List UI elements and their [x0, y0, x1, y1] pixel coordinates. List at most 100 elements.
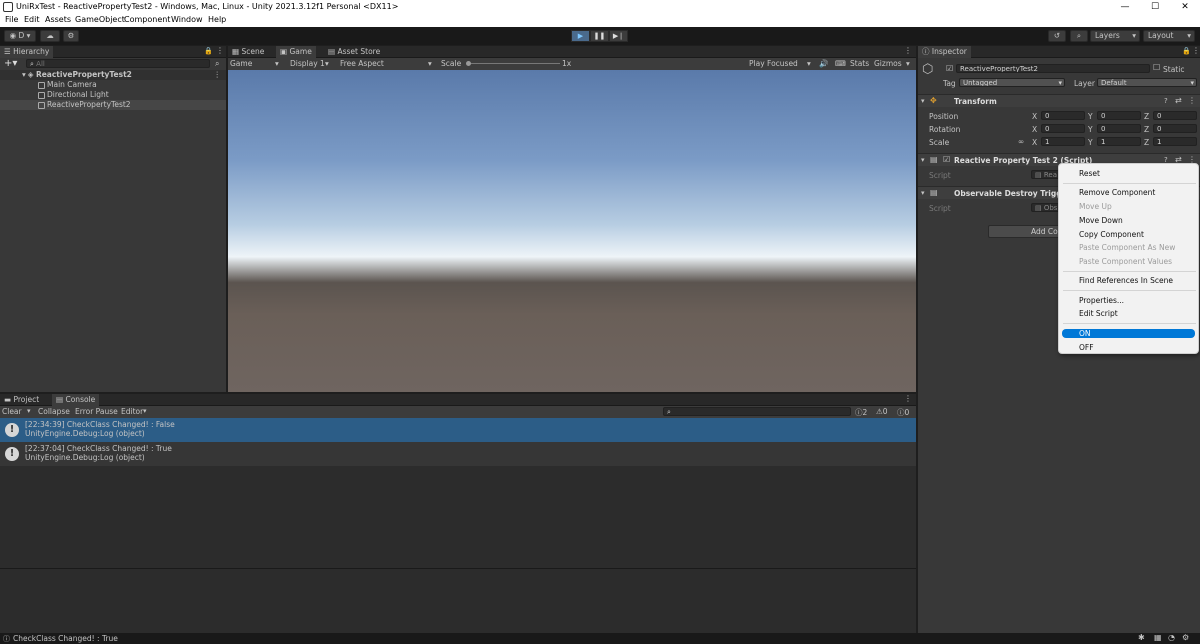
menu-assets[interactable]: Assets — [45, 15, 71, 24]
menu-item-move-down[interactable]: Move Down — [1079, 216, 1123, 225]
menu-item-copy-component[interactable]: Copy Component — [1079, 230, 1144, 239]
collapse-toggle[interactable]: Collapse — [38, 407, 70, 416]
position-x-field[interactable]: 0 — [1041, 111, 1085, 120]
aspect-dropdown[interactable]: Free Aspect — [340, 59, 384, 68]
warning-count-toggle[interactable]: ⚠0 — [876, 407, 888, 416]
filter-icon[interactable]: ⌕ — [215, 59, 219, 69]
bug-icon[interactable]: ✱ — [1138, 633, 1145, 642]
scene-row[interactable]: ▾ ◈ ReactivePropertyTest2 ⋮ — [0, 70, 226, 80]
gizmos-dropdown[interactable]: Gizmos — [874, 59, 902, 68]
rotation-x-field[interactable]: 0 — [1041, 124, 1085, 133]
menu-window[interactable]: Window — [171, 15, 203, 24]
hierarchy-item[interactable]: Main Camera — [0, 80, 226, 90]
layout-dropdown[interactable]: Layout ▾ — [1143, 30, 1195, 42]
account-dropdown[interactable]: ◉ D ▾ — [4, 30, 36, 42]
error-pause-toggle[interactable]: Error Pause — [75, 407, 118, 416]
play-button[interactable]: ▶ — [571, 30, 590, 42]
more-icon[interactable]: ⋮ — [1188, 96, 1196, 105]
add-icon[interactable]: +▾ — [4, 58, 17, 69]
hierarchy-search-input[interactable]: ⌕ All — [26, 59, 210, 68]
menu-component[interactable]: Component — [124, 15, 170, 24]
tab-inspector[interactable]: ⓘ Inspector — [918, 46, 971, 58]
hierarchy-item[interactable]: ReactivePropertyTest2 — [0, 100, 226, 110]
editor-dropdown[interactable]: Editor — [121, 407, 143, 416]
menu-gameobject[interactable]: GameObject — [75, 15, 125, 24]
log-entry[interactable]: ! [22:37:04] CheckClass Changed! : True … — [0, 442, 916, 466]
scale-y-field[interactable]: 1 — [1097, 137, 1141, 146]
enabled-checkbox[interactable]: ☑ — [943, 155, 950, 164]
audio-icon[interactable]: 🔊 — [819, 59, 828, 68]
search-button[interactable]: ⌕ — [1070, 30, 1088, 42]
position-y-field[interactable]: 0 — [1097, 111, 1141, 120]
console-search-input[interactable]: ⌕ — [663, 407, 851, 416]
menu-item-on[interactable]: ON — [1062, 329, 1195, 338]
cloud-button[interactable]: ☁ — [40, 30, 60, 42]
hierarchy-item[interactable]: Directional Light — [0, 90, 226, 100]
tab-hierarchy[interactable]: ☰ Hierarchy — [0, 46, 54, 58]
rotation-y-field[interactable]: 0 — [1097, 124, 1141, 133]
scale-x-field[interactable]: 1 — [1041, 137, 1085, 146]
preset-icon[interactable]: ⇄ — [1175, 96, 1182, 105]
menu-item-remove-component[interactable]: Remove Component — [1079, 188, 1155, 197]
tab-project[interactable]: ▬ Project — [0, 394, 43, 406]
layers-dropdown[interactable]: Layers ▾ — [1090, 30, 1140, 42]
game-toolbar: Game ▾ Display 1 ▾ Free Aspect ▾ Scale 1… — [228, 58, 916, 70]
object-name-field[interactable]: ReactivePropertyTest2 — [956, 64, 1150, 73]
pause-button[interactable]: ❚❚ — [590, 30, 609, 42]
scale-slider-thumb[interactable] — [466, 61, 471, 66]
menu-file[interactable]: File — [5, 15, 18, 24]
lock-icon[interactable]: 🔒 — [1182, 47, 1191, 55]
link-icon[interactable]: ∞ — [1018, 137, 1024, 146]
log-entry[interactable]: ! [22:34:39] CheckClass Changed! : False… — [0, 418, 916, 442]
active-checkbox[interactable]: ☑ — [946, 64, 953, 73]
game-mode-dropdown[interactable]: Game — [230, 59, 252, 68]
layer-dropdown[interactable]: Default ▾ — [1097, 78, 1197, 87]
rotation-z-field[interactable]: 0 — [1153, 124, 1197, 133]
keyboard-icon[interactable]: ⌨ — [835, 59, 846, 68]
history-button[interactable]: ↺ — [1048, 30, 1066, 42]
collab-button[interactable]: ⚙ — [63, 30, 79, 42]
menu-item-find-references[interactable]: Find References In Scene — [1079, 276, 1173, 285]
help-icon[interactable]: ? — [1164, 97, 1168, 105]
position-z-field[interactable]: 0 — [1153, 111, 1197, 120]
more-icon[interactable]: ⋮ — [214, 70, 222, 80]
more-icon[interactable]: ⋮ — [904, 394, 912, 403]
static-checkbox[interactable]: ☐ — [1153, 63, 1160, 72]
lock-icon[interactable]: 🔒 — [204, 47, 213, 55]
tag-dropdown[interactable]: Untagged ▾ — [959, 78, 1065, 87]
clear-button[interactable]: Clear — [2, 407, 22, 416]
more-icon[interactable]: ⋮ — [1192, 46, 1200, 55]
transform-header[interactable]: ▾ ✥ Transform ? ⇄ ⋮ — [918, 94, 1200, 107]
more-icon[interactable]: ⋮ — [216, 46, 224, 55]
minimize-button[interactable]: — — [1110, 0, 1140, 14]
scale-slider[interactable] — [468, 63, 560, 64]
progress-icon[interactable]: ◔ — [1168, 633, 1175, 642]
close-button[interactable]: ✕ — [1170, 0, 1200, 14]
error-count-toggle[interactable]: ⓘ0 — [897, 407, 909, 418]
add-component-button[interactable]: Add Co — [988, 225, 1063, 238]
display-dropdown[interactable]: Display 1 — [290, 59, 325, 68]
game-viewport[interactable] — [228, 70, 916, 392]
tab-asset-store[interactable]: ▤ Asset Store — [324, 46, 384, 58]
log-count-toggle[interactable]: ⓘ2 — [855, 407, 867, 418]
stats-button[interactable]: Stats — [850, 59, 869, 68]
menu-edit[interactable]: Edit — [24, 15, 40, 24]
menu-item-reset[interactable]: Reset — [1079, 169, 1100, 178]
step-button[interactable]: ▶❘ — [609, 30, 628, 42]
status-message[interactable]: CheckClass Changed! : True — [13, 634, 118, 643]
play-focused-dropdown[interactable]: Play Focused — [749, 59, 798, 68]
menu-item-properties[interactable]: Properties... — [1079, 296, 1124, 305]
chevron-down-icon[interactable]: ▾ — [27, 407, 31, 415]
tab-scene[interactable]: ▦ Scene — [228, 46, 268, 58]
menu-help[interactable]: Help — [208, 15, 226, 24]
tab-console[interactable]: ▤ Console — [52, 394, 100, 406]
menu-item-off[interactable]: OFF — [1079, 343, 1094, 352]
more-icon[interactable]: ⋮ — [904, 46, 912, 55]
settings-icon[interactable]: ⚙ — [1182, 633, 1189, 642]
maximize-button[interactable]: ☐ — [1140, 0, 1170, 14]
cache-icon[interactable]: ▦ — [1154, 633, 1162, 642]
menu-item-edit-script[interactable]: Edit Script — [1079, 309, 1118, 318]
scale-z-field[interactable]: 1 — [1153, 137, 1197, 146]
tab-game[interactable]: ▣ Game — [276, 46, 316, 58]
chevron-down-icon: ▾ — [275, 59, 279, 68]
